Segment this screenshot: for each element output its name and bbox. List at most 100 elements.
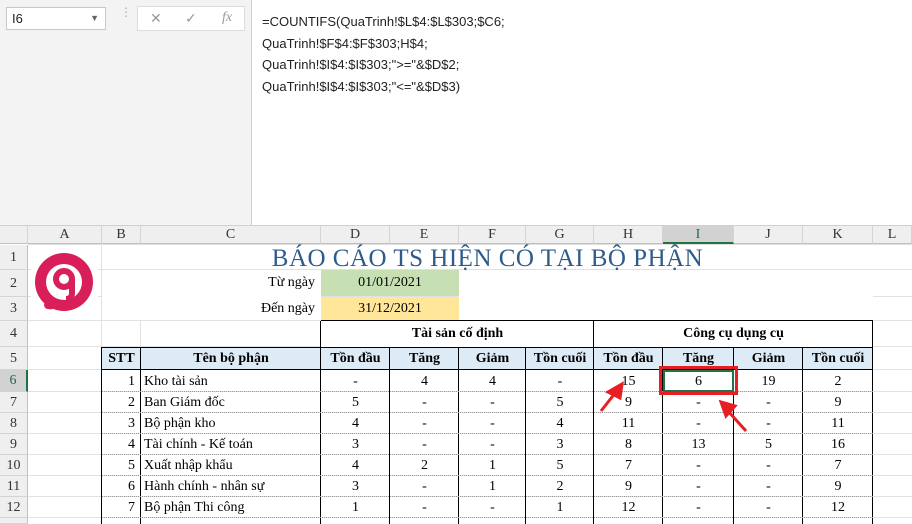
row-header-2[interactable]: 2 [0,270,28,297]
to-date-value[interactable]: 31/12/2021 [321,297,459,321]
table-cell[interactable]: 2 [102,392,141,413]
table-cell[interactable]: 4 [459,370,526,392]
table-cell[interactable]: 2 [803,370,873,392]
table-cell[interactable]: - [390,392,459,413]
cancel-icon[interactable]: ✕ [150,10,162,27]
table-cell[interactable]: 12 [594,497,663,518]
table-cell[interactable]: 7 [594,455,663,476]
table-cell[interactable]: 3 [321,476,390,497]
name-box-dropdown-icon[interactable]: ▼ [90,8,99,29]
table-cell[interactable]: 2 [390,455,459,476]
table-cell[interactable]: 15 [594,370,663,392]
table-cell[interactable]: 11 [803,413,873,434]
department-name[interactable]: Tài chính - Kế toán [141,434,321,455]
table-cell[interactable]: 16 [803,434,873,455]
department-name[interactable]: Ban Giám đốc [141,392,321,413]
table-cell[interactable]: - [321,370,390,392]
table-cell[interactable]: 4 [321,413,390,434]
row-header-7[interactable]: 7 [0,392,28,413]
row-header-12[interactable]: 12 [0,497,28,518]
drag-handle-icon[interactable]: ⋮ [120,6,132,27]
row-header-3[interactable]: 3 [0,297,28,321]
column-header-c[interactable]: C [141,226,321,244]
column-header-e[interactable]: E [390,226,459,244]
select-all-corner[interactable] [0,226,28,244]
table-cell[interactable]: 4 [390,370,459,392]
table-cell[interactable]: 5 [526,455,594,476]
department-name[interactable]: Bộ phận kho [141,413,321,434]
row-header-13[interactable] [0,518,28,524]
table-cell[interactable]: - [390,497,459,518]
department-name[interactable]: Bộ phận Thi công [141,497,321,518]
column-header-l[interactable]: L [873,226,912,244]
row-header-5[interactable]: 5 [0,347,28,370]
table-cell[interactable]: 5 [734,434,803,455]
table-cell[interactable]: - [526,370,594,392]
row-header-8[interactable]: 8 [0,413,28,434]
table-cell[interactable]: 12 [803,497,873,518]
table-cell[interactable]: 6 [102,476,141,497]
column-header-b[interactable]: B [102,226,141,244]
column-header-g[interactable]: G [526,226,594,244]
table-cell[interactable]: 2 [526,476,594,497]
column-header-k[interactable]: K [803,226,873,244]
table-cell[interactable]: 4 [321,455,390,476]
table-cell[interactable]: 7 [803,455,873,476]
table-cell[interactable]: 4 [526,413,594,434]
table-cell[interactable]: - [459,392,526,413]
column-header-d[interactable]: D [321,226,390,244]
enter-icon[interactable]: ✓ [185,10,197,27]
row-header-9[interactable]: 9 [0,434,28,455]
table-cell[interactable]: 5 [102,455,141,476]
table-cell[interactable]: 9 [803,392,873,413]
table-cell[interactable]: 5 [526,392,594,413]
table-cell[interactable]: - [663,455,734,476]
table-cell[interactable]: - [459,413,526,434]
table-cell[interactable]: - [734,455,803,476]
table-cell[interactable]: 4 [102,434,141,455]
table-cell[interactable]: - [390,434,459,455]
table-cell[interactable]: - [390,413,459,434]
table-cell[interactable]: 3 [102,413,141,434]
table-cell[interactable]: 9 [803,476,873,497]
table-cell[interactable]: 19 [734,370,803,392]
table-cell[interactable]: - [663,392,734,413]
table-cell[interactable]: 9 [594,476,663,497]
row-header-4[interactable]: 4 [0,321,28,347]
table-cell[interactable]: - [459,434,526,455]
table-cell[interactable]: - [734,497,803,518]
table-cell[interactable]: 1 [459,476,526,497]
insert-function-icon[interactable]: fx [222,10,232,26]
formula-input[interactable]: =COUNTIFS(QuaTrinh!$L$4:$L$303;$C6; QuaTr… [251,0,912,225]
table-cell[interactable]: 1 [459,455,526,476]
table-cell[interactable]: - [459,497,526,518]
table-cell[interactable]: 1 [321,497,390,518]
name-box[interactable]: I6 ▼ [6,7,106,30]
row-header-11[interactable]: 11 [0,476,28,497]
table-cell[interactable]: 7 [102,497,141,518]
table-cell[interactable]: 13 [663,434,734,455]
row-header-1[interactable]: 1 [0,245,28,270]
table-cell[interactable]: - [734,476,803,497]
column-header-i[interactable]: I [663,226,734,244]
table-cell[interactable]: 3 [321,434,390,455]
from-date-value[interactable]: 01/01/2021 [321,270,459,296]
column-header-j[interactable]: J [734,226,803,244]
column-header-h[interactable]: H [594,226,663,244]
row-header-10[interactable]: 10 [0,455,28,476]
table-cell[interactable]: 9 [594,392,663,413]
table-cell[interactable]: - [734,413,803,434]
table-cell[interactable]: 1 [102,370,141,392]
row-header-6[interactable]: 6 [0,370,28,392]
department-name[interactable]: Xuất nhập khẩu [141,455,321,476]
table-cell[interactable]: 11 [594,413,663,434]
department-name[interactable]: Kho tài sản [141,370,321,392]
table-cell[interactable]: - [663,497,734,518]
table-cell[interactable]: 8 [594,434,663,455]
table-cell[interactable]: 3 [526,434,594,455]
table-cell[interactable]: 1 [526,497,594,518]
column-header-f[interactable]: F [459,226,526,244]
table-cell[interactable]: 5 [321,392,390,413]
table-cell[interactable]: - [663,413,734,434]
table-cell[interactable]: - [663,476,734,497]
